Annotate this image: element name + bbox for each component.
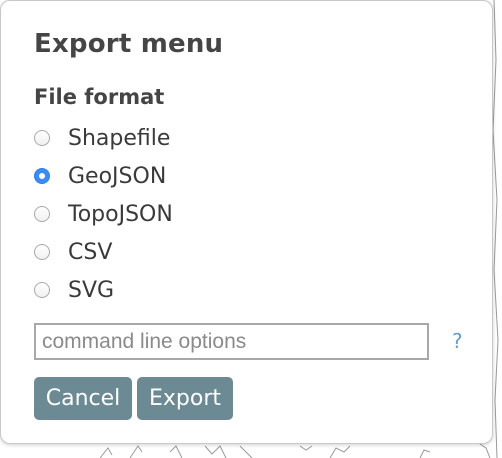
file-format-label: File format <box>34 85 165 109</box>
format-option-svg[interactable]: SVG <box>34 274 114 306</box>
format-option-csv[interactable]: CSV <box>34 236 112 268</box>
format-option-geojson[interactable]: GeoJSON <box>34 160 166 192</box>
format-option-label: TopoJSON <box>68 201 173 227</box>
format-option-label: GeoJSON <box>68 163 167 189</box>
help-link[interactable]: ? <box>452 329 463 353</box>
csv-radio[interactable] <box>34 244 50 260</box>
cancel-button[interactable]: Cancel <box>34 377 132 420</box>
format-option-label: CSV <box>68 239 113 265</box>
format-option-label: SVG <box>68 277 115 303</box>
format-option-topojson[interactable]: TopoJSON <box>34 198 173 230</box>
shapefile-radio[interactable] <box>34 130 50 146</box>
command-line-options-input[interactable] <box>34 323 429 360</box>
format-option-shapefile[interactable]: Shapefile <box>34 122 170 154</box>
geojson-radio[interactable] <box>34 168 50 184</box>
dialog-title: Export menu <box>34 29 224 59</box>
export-button[interactable]: Export <box>137 377 233 420</box>
svg-radio[interactable] <box>34 282 50 298</box>
topojson-radio[interactable] <box>34 206 50 222</box>
export-dialog: Export menu File format Shapefile GeoJSO… <box>0 0 493 444</box>
format-option-label: Shapefile <box>68 125 171 151</box>
